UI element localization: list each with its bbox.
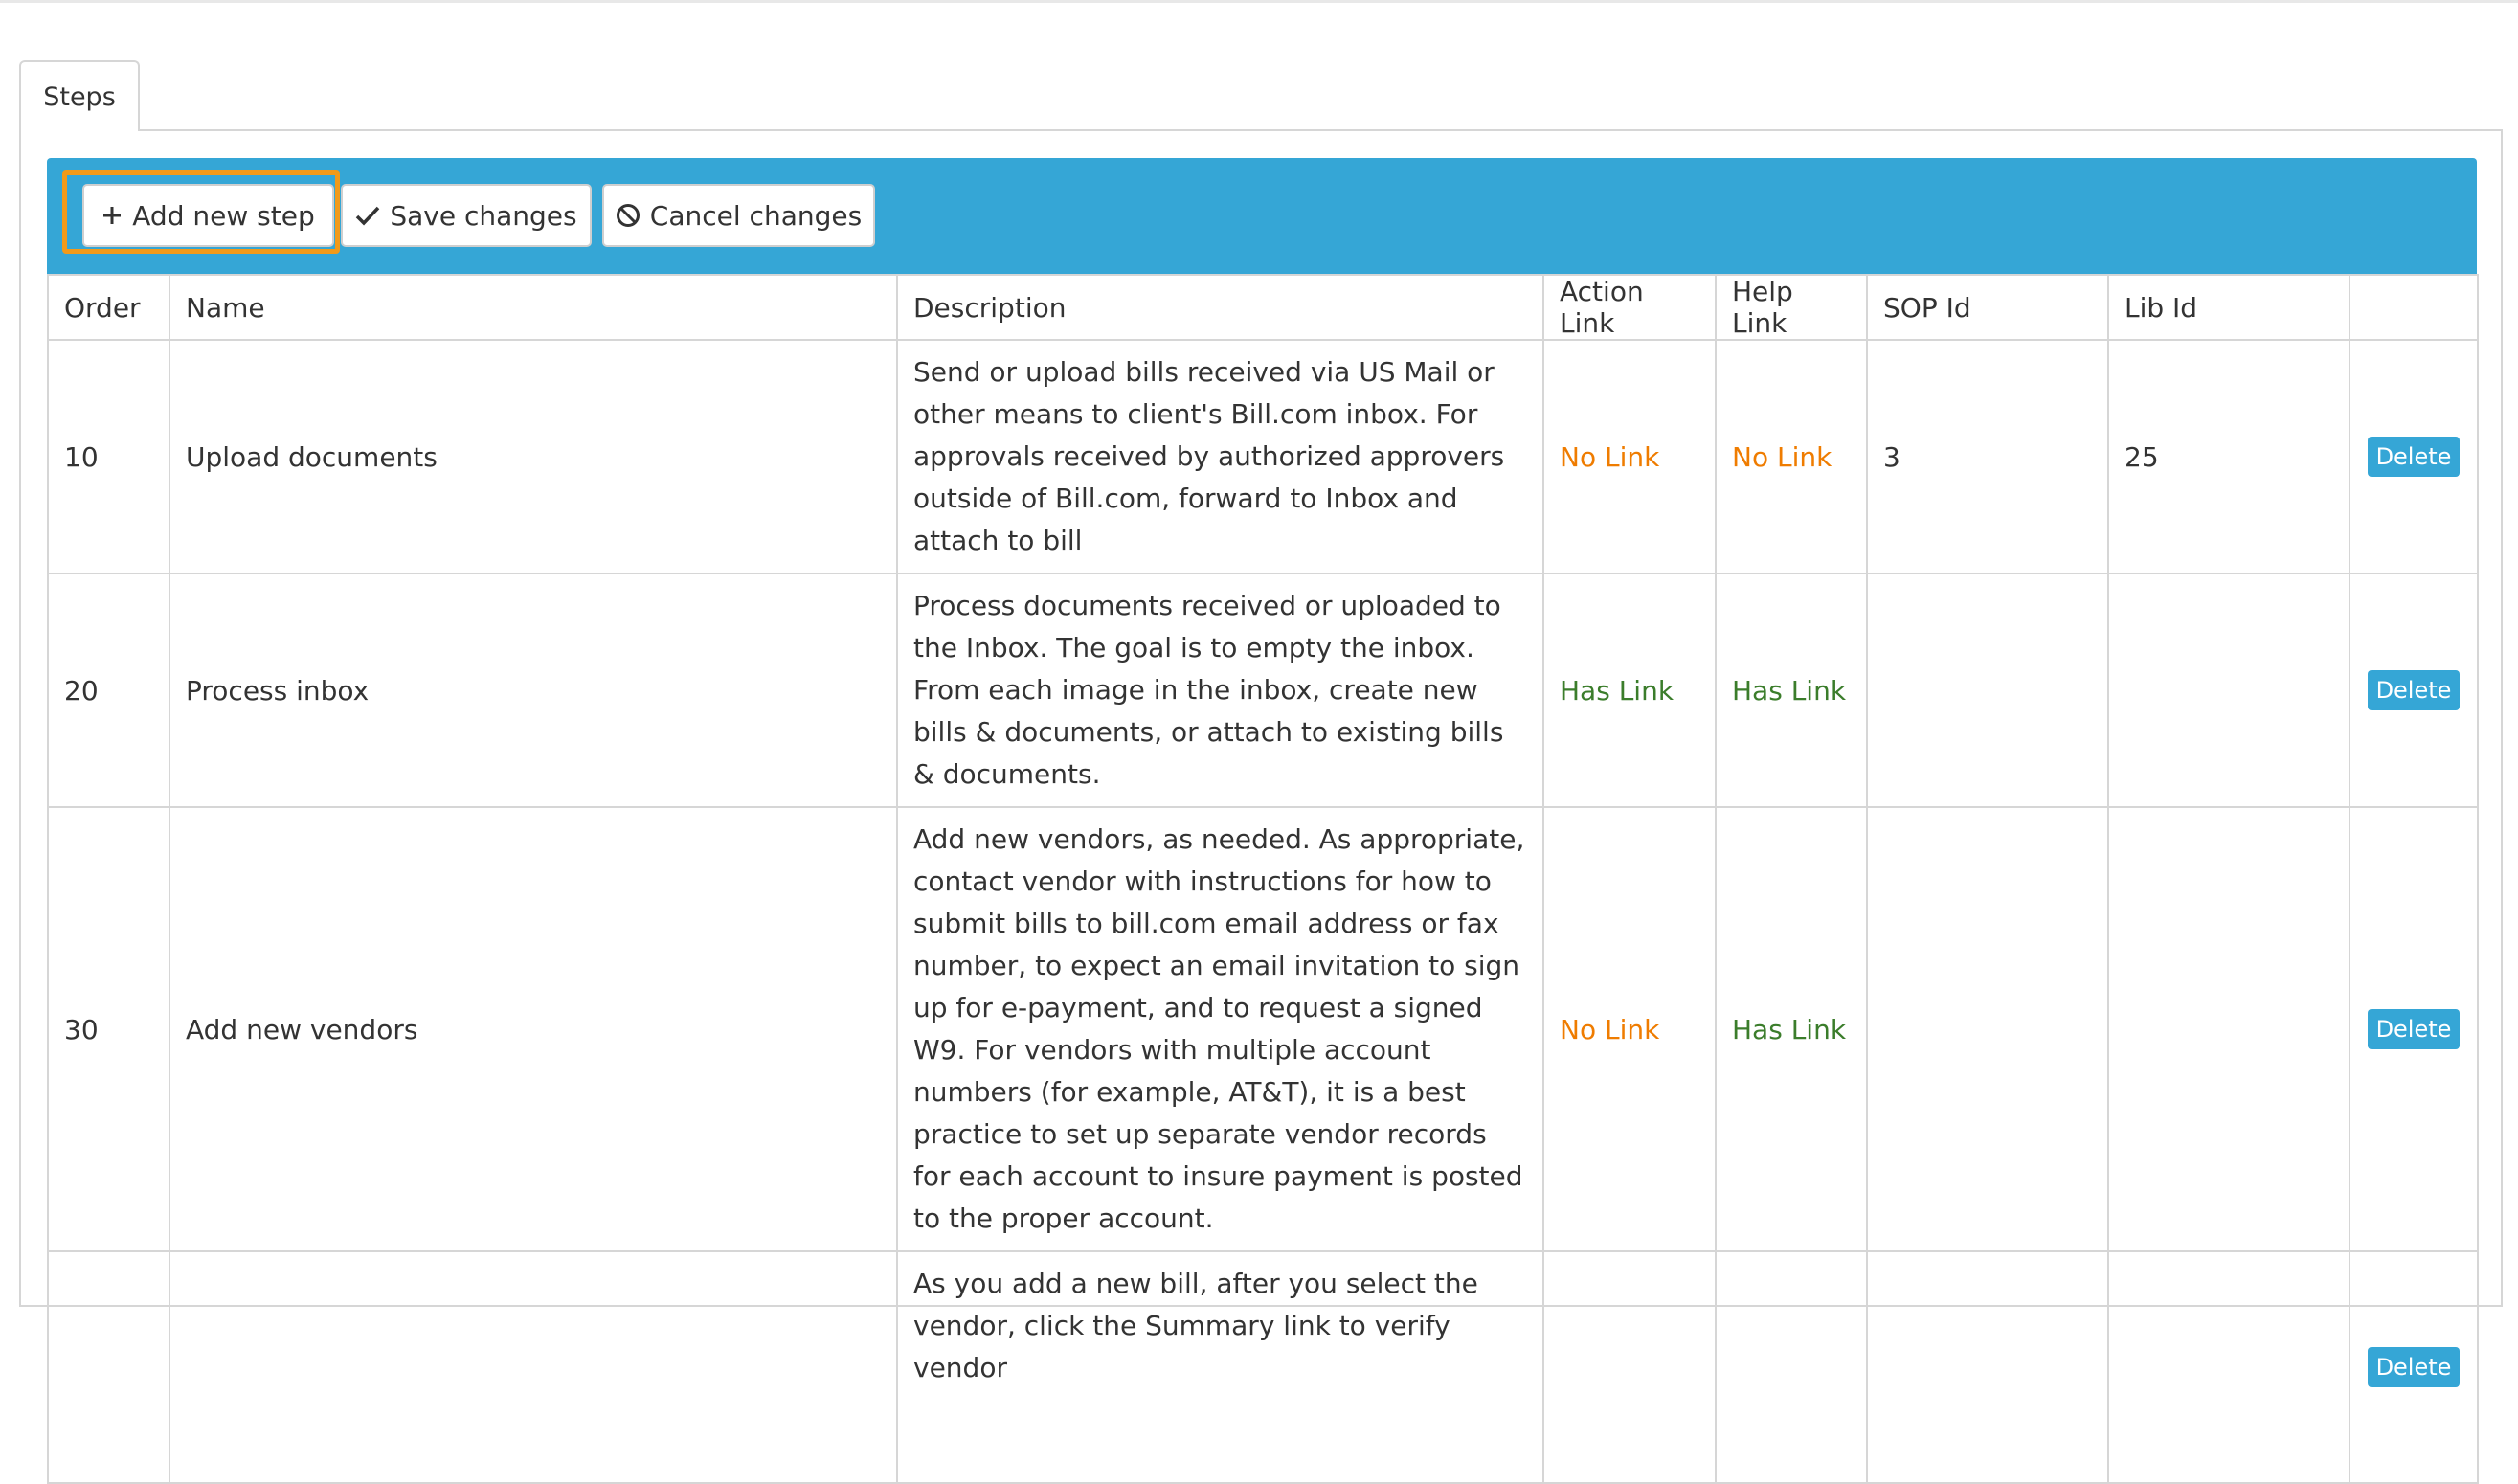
delete-button[interactable]: Delete [2367, 1009, 2461, 1049]
column-header-sop-id[interactable]: SOP Id [1866, 274, 2109, 341]
column-header-lib-id[interactable]: Lib Id [2107, 274, 2350, 341]
cancel-changes-button[interactable]: Cancel changes [602, 184, 875, 247]
cell-description[interactable]: Process documents received or uploaded t… [896, 573, 1544, 808]
cell-help-link[interactable]: Has Link [1715, 573, 1868, 808]
table-row[interactable]: 20 Process inbox Process documents recei… [47, 573, 2479, 808]
delete-button[interactable]: Delete [2367, 670, 2461, 710]
cell-name[interactable]: Process inbox [169, 573, 898, 808]
column-header-description[interactable]: Description [896, 274, 1544, 341]
add-new-step-button[interactable]: Add new step [82, 184, 334, 247]
cell-sop-id[interactable] [1866, 1250, 2109, 1484]
cell-description[interactable]: Send or upload bills received via US Mai… [896, 339, 1544, 574]
cell-order[interactable]: 20 [47, 573, 170, 808]
cell-lib-id[interactable] [2107, 806, 2350, 1252]
cell-lib-id[interactable] [2107, 573, 2350, 808]
cell-sop-id[interactable] [1866, 573, 2109, 808]
table-row[interactable]: 10 Upload documents Send or upload bills… [47, 339, 2479, 574]
cell-action-link[interactable]: No Link [1542, 806, 1717, 1252]
cell-name[interactable] [169, 1250, 898, 1484]
cell-actions: Delete [2349, 1250, 2479, 1484]
table-row[interactable]: 30 Add new vendors Add new vendors, as n… [47, 806, 2479, 1252]
grid-toolbar: Add new step Save changes Cancel changes [47, 158, 2477, 274]
save-changes-button[interactable]: Save changes [341, 184, 592, 247]
cell-help-link[interactable]: Has Link [1715, 806, 1868, 1252]
delete-button[interactable]: Delete [2367, 1347, 2461, 1387]
top-divider [0, 0, 2518, 3]
cell-description[interactable]: As you add a new bill, after you select … [896, 1250, 1544, 1484]
steps-grid: Add new step Save changes Cancel changes [47, 158, 2479, 1484]
add-new-step-label: Add new step [132, 199, 315, 232]
cancel-icon [616, 203, 641, 228]
cell-actions: Delete [2349, 339, 2479, 574]
cell-lib-id[interactable] [2107, 1250, 2350, 1484]
steps-table: Order Name Description Action Link Help … [47, 274, 2479, 1484]
cell-order[interactable]: 10 [47, 339, 170, 574]
table-row[interactable]: As you add a new bill, after you select … [47, 1250, 2479, 1484]
cell-sop-id[interactable] [1866, 806, 2109, 1252]
column-header-action-link[interactable]: Action Link [1542, 274, 1717, 341]
cell-order[interactable] [47, 1250, 170, 1484]
cell-help-link[interactable] [1715, 1250, 1868, 1484]
cell-description[interactable]: Add new vendors, as needed. As appropria… [896, 806, 1544, 1252]
table-header-row: Order Name Description Action Link Help … [47, 274, 2479, 341]
delete-button[interactable]: Delete [2367, 437, 2461, 477]
steps-panel: Add new step Save changes Cancel changes [19, 129, 2503, 1484]
column-header-help-link[interactable]: Help Link [1715, 274, 1868, 341]
cancel-changes-label: Cancel changes [649, 199, 863, 232]
column-header-actions [2349, 274, 2479, 341]
cell-action-link[interactable] [1542, 1250, 1717, 1484]
cell-order[interactable]: 30 [47, 806, 170, 1252]
cell-action-link[interactable]: No Link [1542, 339, 1717, 574]
cell-action-link[interactable]: Has Link [1542, 573, 1717, 808]
plus-icon [101, 205, 123, 226]
cell-actions: Delete [2349, 806, 2479, 1252]
cell-name[interactable]: Add new vendors [169, 806, 898, 1252]
tab-steps[interactable]: Steps [19, 60, 140, 131]
cell-lib-id[interactable]: 25 [2107, 339, 2350, 574]
cell-actions: Delete [2349, 573, 2479, 808]
column-header-order[interactable]: Order [47, 274, 170, 341]
cell-sop-id[interactable]: 3 [1866, 339, 2109, 574]
cell-help-link[interactable]: No Link [1715, 339, 1868, 574]
save-changes-label: Save changes [390, 199, 577, 232]
cell-name[interactable]: Upload documents [169, 339, 898, 574]
column-header-name[interactable]: Name [169, 274, 898, 341]
check-icon [355, 205, 380, 226]
